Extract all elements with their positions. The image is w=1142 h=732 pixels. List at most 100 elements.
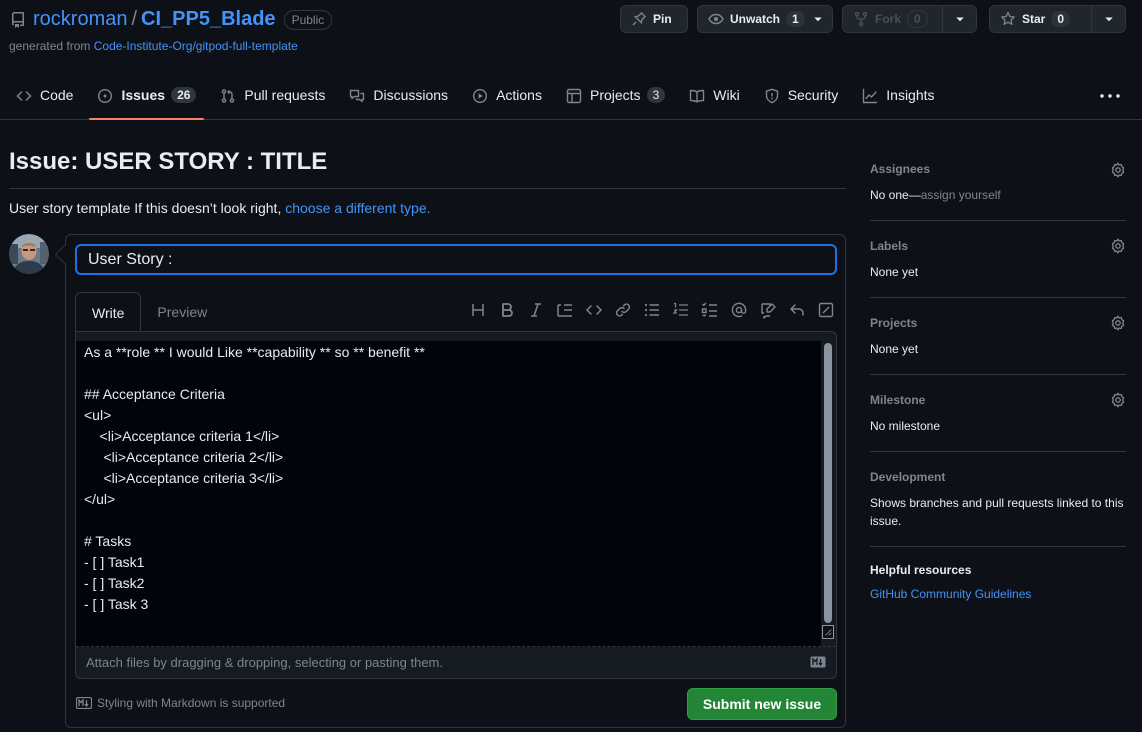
repo-owner-link[interactable]: rockroman	[33, 8, 127, 31]
sidebar-labels: Labels None yet	[870, 237, 1126, 298]
tab-insights[interactable]: Insights	[862, 78, 935, 120]
issue-body-textarea[interactable]: As a **role ** I would Like **capability…	[76, 341, 822, 647]
discussion-icon	[349, 88, 365, 104]
repo-name-link[interactable]: CI_PP5_Blade	[141, 8, 276, 31]
markdown-note-text: Styling with Markdown is supported	[97, 696, 286, 710]
tab-wiki[interactable]: Wiki	[689, 78, 740, 120]
eye-icon	[708, 11, 724, 27]
sidebar-heading[interactable]: Assignees	[870, 160, 1126, 178]
editor-scrollbar[interactable]	[821, 341, 835, 647]
tab-label: Wiki	[713, 87, 740, 103]
projects-count: 3	[646, 87, 666, 103]
tab-label: Pull requests	[244, 87, 326, 103]
repo-title: rockroman / CI_PP5_Blade Public	[10, 8, 333, 31]
bold-icon[interactable]	[498, 301, 516, 319]
tab-label: Projects	[589, 87, 641, 103]
sidebar-development: Development Shows branches and pull requ…	[870, 468, 1126, 547]
resize-handle[interactable]	[822, 625, 834, 639]
markdown-support-note: Styling with Markdown is supported	[76, 696, 285, 710]
pin-icon	[631, 11, 647, 27]
tab-code[interactable]: Code	[16, 78, 73, 120]
code-icon[interactable]	[585, 301, 603, 319]
pull-request-icon	[220, 88, 236, 104]
fullscreen-icon[interactable]	[817, 301, 835, 319]
fork-icon	[853, 11, 869, 27]
gear-icon[interactable]	[1110, 392, 1126, 408]
gear-icon[interactable]	[1110, 162, 1126, 178]
graph-icon	[862, 88, 878, 104]
watch-count: 1	[786, 11, 805, 27]
tab-write[interactable]: Write	[75, 292, 142, 332]
tab-pull-requests[interactable]: Pull requests	[220, 78, 325, 120]
visibility-badge: Public	[283, 9, 333, 30]
avatar[interactable]	[9, 234, 49, 274]
sidebar-projects: Projects None yet	[870, 314, 1126, 375]
assignees-none: No one—	[870, 188, 921, 202]
caret-down-icon	[955, 17, 964, 22]
heading-divider	[9, 188, 846, 189]
mention-icon[interactable]	[730, 301, 748, 319]
issue-icon	[97, 88, 113, 104]
markdown-icon[interactable]	[810, 656, 826, 668]
attach-files-text: Attach files by dragging & dropping, sel…	[86, 655, 443, 670]
star-dropdown[interactable]	[1091, 6, 1125, 32]
cross-reference-icon[interactable]	[759, 301, 777, 319]
unwatch-button[interactable]: Unwatch 1	[697, 5, 833, 33]
code-icon	[16, 88, 32, 104]
pin-button[interactable]: Pin	[620, 5, 688, 33]
helpful-resources-list: GitHub Community Guidelines	[870, 585, 1126, 603]
star-icon	[1000, 11, 1016, 27]
template-note: User story template If this doesn’t look…	[9, 200, 431, 216]
tab-discussions[interactable]: Discussions	[349, 78, 448, 120]
issue-template-heading: Issue: USER STORY : TITLE	[9, 148, 328, 175]
repo-icon	[10, 11, 26, 28]
task-list-icon[interactable]	[701, 301, 719, 319]
reply-icon[interactable]	[788, 301, 806, 319]
tab-preview[interactable]: Preview	[141, 292, 223, 332]
scrollbar-thumb[interactable]	[824, 343, 832, 623]
choose-type-link[interactable]: choose a different type.	[285, 200, 430, 216]
tab-actions[interactable]: Actions	[472, 78, 542, 120]
link-icon[interactable]	[614, 301, 632, 319]
tab-security[interactable]: Security	[764, 78, 839, 120]
sidebar-heading[interactable]: Milestone	[870, 391, 1126, 409]
more-menu-button[interactable]	[1098, 87, 1122, 105]
editor-tabs: Write Preview	[75, 292, 223, 332]
generated-from: generated from Code-Institute-Org/gitpod…	[9, 39, 298, 53]
gear-icon[interactable]	[1110, 238, 1126, 254]
tab-label: Insights	[886, 87, 935, 103]
ordered-list-icon[interactable]	[672, 301, 690, 319]
repo-nav: Code Issues 26 Pull requests Discussions…	[16, 78, 959, 120]
heading-icon[interactable]	[469, 301, 487, 319]
community-guidelines-link[interactable]: GitHub Community Guidelines	[870, 587, 1031, 601]
kebab-horizontal-icon	[1100, 94, 1120, 98]
sidebar-heading[interactable]: Projects	[870, 314, 1126, 332]
star-label: Star	[1022, 12, 1046, 26]
assign-yourself-link[interactable]: assign yourself	[921, 188, 1001, 202]
sidebar-heading[interactable]: Labels	[870, 237, 1126, 255]
unwatch-dropdown[interactable]	[805, 6, 832, 32]
sidebar-helpful-resources: Helpful resources GitHub Community Guide…	[870, 563, 1126, 619]
fork-button[interactable]: Fork 0	[842, 5, 977, 33]
unordered-list-icon[interactable]	[643, 301, 661, 319]
tab-label: Discussions	[373, 87, 449, 103]
issue-title-input[interactable]	[75, 244, 837, 275]
projects-value: None yet	[870, 342, 919, 356]
helpful-resources-heading: Helpful resources	[870, 563, 972, 577]
shield-icon	[764, 88, 780, 104]
quote-icon[interactable]	[556, 301, 574, 319]
fork-dropdown[interactable]	[942, 6, 976, 32]
template-repo-link[interactable]: Code-Institute-Org/gitpod-full-template	[94, 39, 298, 53]
sidebar-assignees: Assignees No one—assign yourself	[870, 152, 1126, 221]
fork-count: 0	[907, 10, 928, 28]
tab-issues[interactable]: Issues 26	[89, 78, 205, 120]
tab-projects[interactable]: Projects 3	[566, 78, 666, 120]
play-icon	[472, 88, 488, 104]
tab-label: Security	[787, 87, 839, 103]
submit-new-issue-button[interactable]: Submit new issue	[687, 688, 837, 720]
attach-files-bar[interactable]: Attach files by dragging & dropping, sel…	[76, 646, 836, 678]
sidebar-heading: Development	[870, 470, 946, 484]
star-button[interactable]: Star 0	[989, 5, 1126, 33]
gear-icon[interactable]	[1110, 315, 1126, 331]
italic-icon[interactable]	[527, 301, 545, 319]
